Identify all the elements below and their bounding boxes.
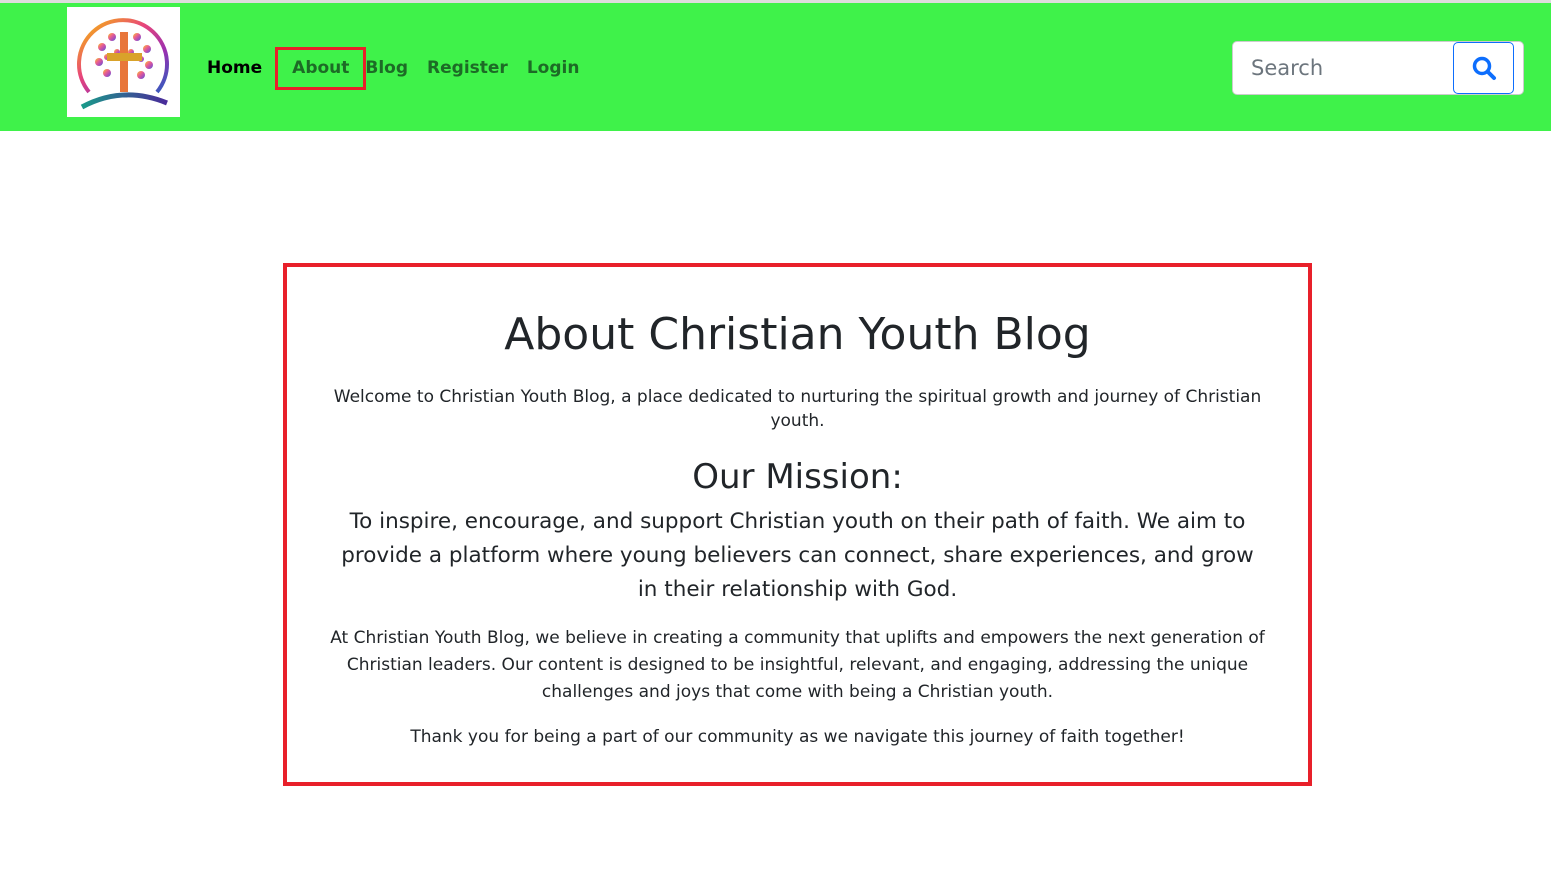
nav-links: Home About Blog Register Login bbox=[207, 47, 598, 90]
mission-heading: Our Mission: bbox=[692, 457, 903, 497]
page-title: About Christian Youth Blog bbox=[504, 309, 1091, 360]
search-input[interactable] bbox=[1234, 43, 1449, 93]
mission-text: To inspire, encourage, and support Chris… bbox=[341, 509, 1254, 602]
nav-blog[interactable]: Blog bbox=[365, 56, 408, 87]
nav-about[interactable]: About bbox=[275, 47, 367, 90]
site-logo[interactable] bbox=[67, 7, 180, 117]
body-text: At Christian Youth Blog, we believe in c… bbox=[330, 628, 1265, 702]
thanks-text: Thank you for being a part of our commun… bbox=[410, 727, 1185, 747]
cross-tree-logo-icon bbox=[77, 18, 169, 110]
intro-text: Welcome to Christian Youth Blog, a place… bbox=[333, 387, 1262, 431]
about-section: About Christian Youth Blog Welcome to Ch… bbox=[283, 263, 1312, 786]
nav-home[interactable]: Home bbox=[207, 56, 262, 87]
nav-register[interactable]: Register bbox=[427, 56, 508, 87]
nav-login[interactable]: Login bbox=[527, 56, 580, 87]
navbar: Home About Blog Register Login bbox=[0, 3, 1551, 131]
search-icon bbox=[1472, 56, 1496, 80]
search-button[interactable] bbox=[1453, 42, 1514, 94]
search-form bbox=[1232, 41, 1524, 95]
